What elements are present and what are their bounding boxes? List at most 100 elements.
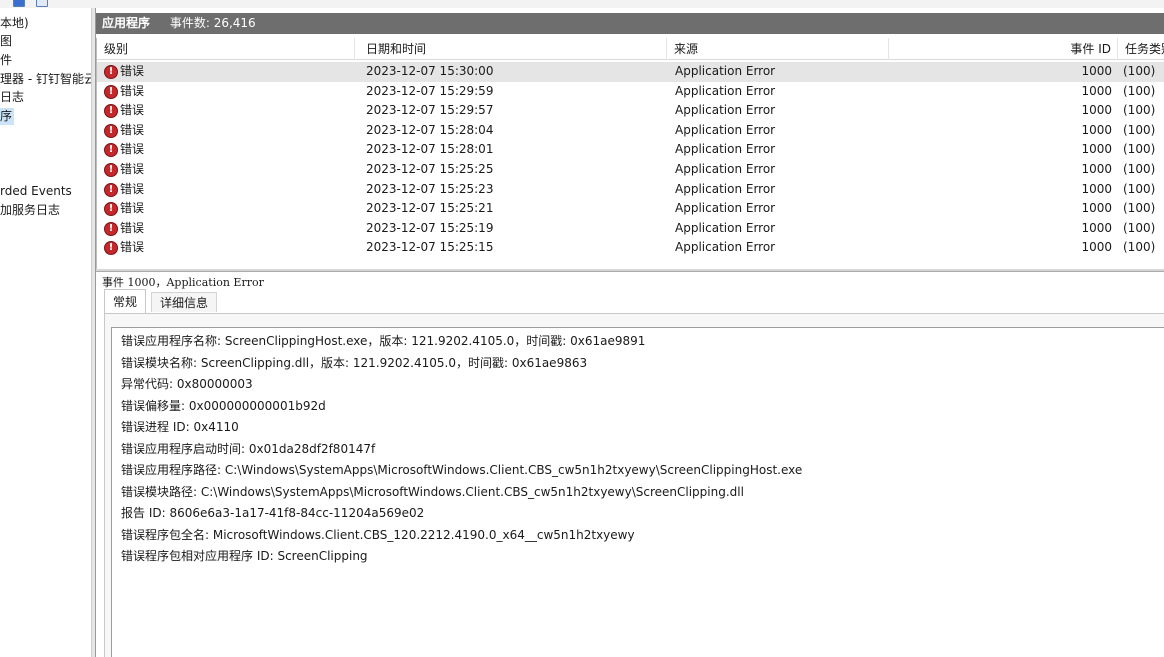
table-row[interactable]: ! 错误 2023-12-07 15:25:19 Application Err… <box>97 219 1164 239</box>
event-id-cell: 1000 <box>1081 240 1112 255</box>
source-cell: Application Error <box>675 122 776 137</box>
log-title: 应用程序 <box>102 16 151 30</box>
source-cell: Application Error <box>675 181 776 196</box>
task-cell: (100) <box>1123 240 1156 255</box>
tree-item-selected[interactable]: 序 <box>0 108 15 125</box>
error-circle-icon: ! <box>104 84 118 99</box>
level-cell: 错误 <box>120 83 145 98</box>
event-id-cell: 1000 <box>1081 220 1112 235</box>
tree-item[interactable]: 理器 - 钉钉智能云 <box>0 71 91 88</box>
datetime-cell: 2023-12-07 15:29:57 <box>366 103 494 118</box>
task-cell: (100) <box>1123 220 1156 235</box>
description-line: 报告 ID: 8606e6a3-1a17-41f8-84cc-11204a569… <box>121 506 425 520</box>
source-cell: Application Error <box>675 103 776 118</box>
column-header-level[interactable]: 级别 <box>97 38 355 60</box>
source-cell: Application Error <box>675 83 776 98</box>
error-circle-icon: ! <box>104 241 118 256</box>
source-cell: Application Error <box>675 142 776 157</box>
main-pane: 应用程序 事件数: 26,416 级别 日期和时间 来源 事件 ID 任务类别 … <box>96 13 1164 657</box>
datetime-cell: 2023-12-07 15:25:25 <box>366 162 494 176</box>
toolbar-button-icon[interactable] <box>13 0 25 7</box>
description-line: 错误程序包全名: MicrosoftWindows.Client.CBS_120… <box>121 527 635 542</box>
task-cell: (100) <box>1123 201 1156 216</box>
task-cell: (100) <box>1123 181 1156 196</box>
tree-item[interactable]: 图 <box>0 33 12 50</box>
tree-item[interactable]: rded Events <box>0 183 72 200</box>
column-header-source[interactable]: 来源 <box>667 38 889 60</box>
table-row[interactable]: ! 错误 2023-12-07 15:25:15 Application Err… <box>97 238 1164 258</box>
tree-item[interactable]: 本地) <box>0 15 29 32</box>
task-cell: (100) <box>1123 122 1156 137</box>
column-header-event-id[interactable]: 事件 ID <box>889 38 1118 60</box>
task-cell: (100) <box>1123 64 1156 78</box>
log-header: 应用程序 事件数: 26,416 <box>96 13 1164 34</box>
source-cell: Application Error <box>675 220 776 235</box>
datetime-cell: 2023-12-07 15:25:21 <box>366 201 494 216</box>
tree-item[interactable]: 件 <box>0 52 12 69</box>
tree-item[interactable]: 日志 <box>0 89 24 106</box>
level-cell: 错误 <box>120 181 145 196</box>
level-cell: 错误 <box>120 103 145 118</box>
level-cell: 错误 <box>120 220 145 235</box>
table-row[interactable]: ! 错误 2023-12-07 15:25:23 Application Err… <box>97 180 1164 200</box>
datetime-cell: 2023-12-07 15:28:04 <box>366 122 494 137</box>
error-circle-icon: ! <box>104 143 118 158</box>
level-cell: 错误 <box>120 64 145 78</box>
event-id-cell: 1000 <box>1081 122 1112 137</box>
task-cell: (100) <box>1123 103 1156 118</box>
table-row[interactable]: ! 错误 2023-12-07 15:25:25 Application Err… <box>97 160 1164 180</box>
events-table: 级别 日期和时间 来源 事件 ID 任务类别 ! 错误 2023-12-07 1… <box>96 38 1164 269</box>
error-circle-icon: ! <box>104 221 118 236</box>
task-cell: (100) <box>1123 83 1156 98</box>
error-circle-icon: ! <box>104 104 118 119</box>
event-description[interactable]: 错误应用程序名称: ScreenClippingHost.exe，版本: 121… <box>111 327 1164 657</box>
datetime-cell: 2023-12-07 15:28:01 <box>366 142 494 157</box>
level-cell: 错误 <box>120 122 145 137</box>
error-circle-icon: ! <box>104 202 118 217</box>
event-id-cell: 1000 <box>1081 201 1112 216</box>
datetime-cell: 2023-12-07 15:25:15 <box>366 240 494 255</box>
column-header-datetime[interactable]: 日期和时间 <box>359 38 667 60</box>
description-line: 错误程序包相对应用程序 ID: ScreenClipping <box>121 549 368 563</box>
tab-general[interactable]: 常规 <box>104 289 147 314</box>
error-circle-icon: ! <box>104 182 118 197</box>
table-row[interactable]: ! 错误 2023-12-07 15:28:04 Application Err… <box>97 121 1164 141</box>
table-header: 级别 日期和时间 来源 事件 ID 任务类别 <box>97 38 1164 60</box>
table-row[interactable]: ! 错误 2023-12-07 15:29:57 Application Err… <box>97 101 1164 121</box>
level-cell: 错误 <box>120 162 145 176</box>
table-row[interactable]: ! 错误 2023-12-07 15:25:21 Application Err… <box>97 199 1164 219</box>
datetime-cell: 2023-12-07 15:29:59 <box>366 83 494 98</box>
nav-tree: 本地) 图 件 理器 - 钉钉智能云 日志 序 rded Events 加服务日… <box>0 8 92 657</box>
datetime-cell: 2023-12-07 15:30:00 <box>366 64 494 78</box>
column-header-task-category[interactable]: 任务类别 <box>1118 38 1164 60</box>
error-circle-icon: ! <box>104 65 118 79</box>
table-row[interactable]: ! 错误 2023-12-07 15:29:59 Application Err… <box>97 82 1164 102</box>
task-cell: (100) <box>1123 162 1156 176</box>
level-cell: 错误 <box>120 142 145 157</box>
table-row[interactable]: ! 错误 2023-12-07 15:30:00 Application Err… <box>97 62 1164 82</box>
tree-item[interactable]: 加服务日志 <box>0 202 60 219</box>
toolbar <box>0 0 1164 8</box>
description-line: 错误模块名称: ScreenClipping.dll，版本: 121.9202.… <box>121 355 588 370</box>
description-line: 异常代码: 0x80000003 <box>121 377 253 391</box>
event-id-cell: 1000 <box>1081 181 1112 196</box>
pane-divider[interactable] <box>96 269 1164 272</box>
source-cell: Application Error <box>675 64 776 78</box>
toolbar-button-icon[interactable] <box>36 0 48 7</box>
source-cell: Application Error <box>675 240 776 255</box>
level-cell: 错误 <box>120 201 145 216</box>
description-line: 错误应用程序路径: C:\Windows\SystemApps\Microsof… <box>121 463 803 477</box>
table-row[interactable]: ! 错误 2023-12-07 15:28:01 Application Err… <box>97 140 1164 160</box>
description-line: 错误进程 ID: 0x4110 <box>121 420 239 434</box>
event-id-cell: 1000 <box>1081 83 1112 98</box>
error-circle-icon: ! <box>104 123 118 138</box>
event-id-cell: 1000 <box>1081 103 1112 118</box>
error-circle-icon: ! <box>104 163 118 177</box>
event-id-cell: 1000 <box>1081 162 1112 176</box>
description-line: 错误应用程序名称: ScreenClippingHost.exe，版本: 121… <box>121 334 646 348</box>
source-cell: Application Error <box>675 201 776 216</box>
source-cell: Application Error <box>675 162 776 176</box>
description-line: 错误偏移量: 0x000000000001b92d <box>121 398 326 413</box>
tab-details[interactable]: 详细信息 <box>151 292 218 312</box>
datetime-cell: 2023-12-07 15:25:23 <box>366 181 494 196</box>
